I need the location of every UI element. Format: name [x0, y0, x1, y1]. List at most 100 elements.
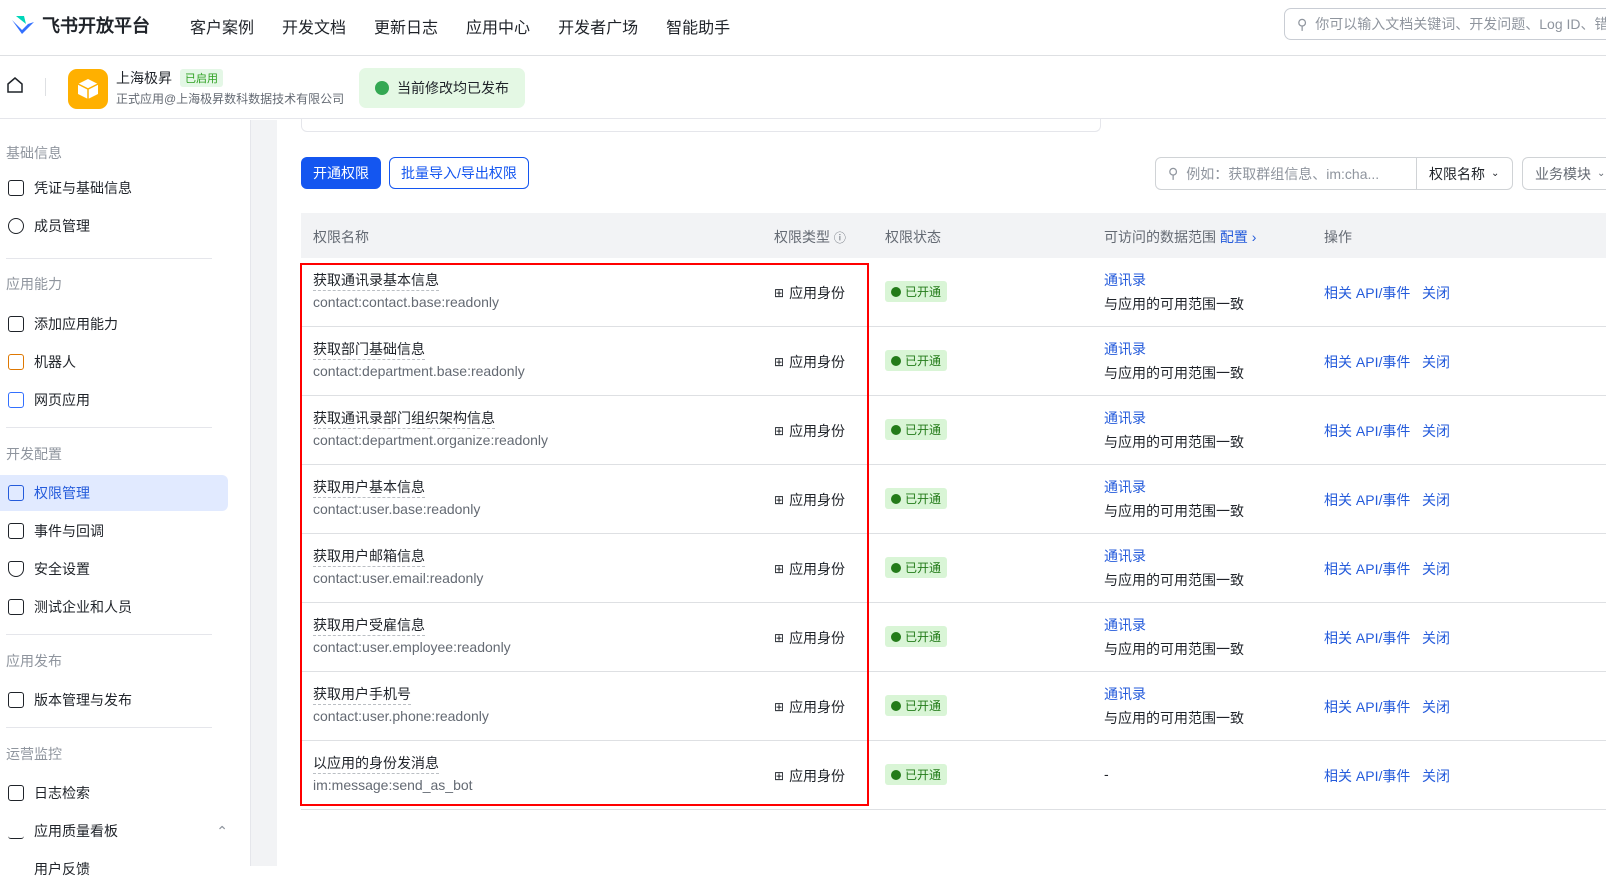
close-permission-link[interactable]: 关闭 [1422, 352, 1450, 372]
global-search-input[interactable]: ⚲ 你可以输入文档关键词、开发问题、Log ID、错 [1284, 8, 1606, 40]
check-circle-icon [891, 493, 901, 504]
sidebar-item-webapp[interactable]: 网页应用 [0, 382, 228, 418]
status-badge: 已开通 [885, 281, 948, 302]
scope-description: 与应用的可用范围一致 [1104, 572, 1244, 588]
status-text: 已开通 [905, 630, 942, 644]
chevron-down-icon: ⌄ [1491, 168, 1500, 179]
sidebar-item-versions[interactable]: 版本管理与发布 [0, 682, 228, 718]
app-status-badge: 已启用 [180, 69, 223, 87]
sidebar-item-security[interactable]: 安全设置 [0, 551, 228, 587]
bulk-import-export-button[interactable]: 批量导入/导出权限 [389, 157, 529, 189]
close-permission-link[interactable]: 关闭 [1422, 697, 1450, 717]
chevron-up-icon[interactable]: ⌃ [216, 823, 228, 840]
shield-icon [8, 561, 24, 577]
log-search-icon [8, 785, 24, 801]
highlight-box [300, 263, 869, 806]
sidebar-item-quality[interactable]: 应用质量看板 ⌃ [0, 813, 228, 849]
sidebar-item-feedback[interactable]: 用户反馈 [0, 851, 228, 887]
scope-link[interactable]: 通讯录 [1104, 684, 1146, 704]
status-badge: 已开通 [885, 626, 948, 647]
nav-item[interactable]: 应用中心 [466, 14, 530, 38]
nav-item[interactable]: 开发文档 [282, 14, 346, 38]
permission-search-input[interactable]: ⚲ 例如：获取群组信息、im:cha... [1155, 157, 1417, 190]
close-permission-link[interactable]: 关闭 [1422, 490, 1450, 510]
enable-permission-button[interactable]: 开通权限 [301, 157, 381, 189]
sidebar-section-title: 开发配置 [6, 446, 62, 462]
close-permission-link[interactable]: 关闭 [1422, 559, 1450, 579]
sidebar-section-title: 运营监控 [6, 746, 62, 762]
status-text: 已开通 [905, 423, 942, 437]
related-api-link[interactable]: 相关 API/事件 [1324, 628, 1410, 648]
search-placeholder: 例如：获取群组信息、im:cha... [1186, 165, 1380, 182]
top-navbar: 飞书开放平台 客户案例 开发文档 更新日志 应用中心 开发者广场 智能助手 ⚲ … [0, 0, 1606, 56]
scope-description: 与应用的可用范围一致 [1104, 503, 1244, 519]
nav-item[interactable]: 智能助手 [666, 14, 730, 38]
upload-icon [8, 692, 24, 708]
column-header: 可访问的数据范围 配置 › [1104, 227, 1256, 247]
related-api-link[interactable]: 相关 API/事件 [1324, 766, 1410, 786]
module-select[interactable]: 业务模块 ⌄ [1522, 157, 1606, 190]
divider [45, 78, 46, 96]
related-api-link[interactable]: 相关 API/事件 [1324, 559, 1410, 579]
sidebar-item-events[interactable]: 事件与回调 [0, 513, 228, 549]
scope-link[interactable]: 通讯录 [1104, 615, 1146, 635]
select-value: 权限名称 [1429, 165, 1485, 182]
sidebar-item-test-tenant[interactable]: 测试企业和人员 [0, 589, 228, 625]
related-api-link[interactable]: 相关 API/事件 [1324, 697, 1410, 717]
sidebar: 基础信息 凭证与基础信息 成员管理 应用能力 添加应用能力 机器人 网页应用 开… [0, 120, 251, 877]
sidebar-item-label: 用户反馈 [34, 861, 90, 877]
sidebar-item-label: 测试企业和人员 [34, 599, 132, 615]
grid-plus-icon [8, 316, 24, 332]
publish-status-banner: 当前修改均已发布 [359, 68, 525, 108]
credentials-icon [8, 180, 24, 196]
scope-link[interactable]: 通讯录 [1104, 270, 1146, 290]
status-text: 已开通 [905, 354, 942, 368]
related-api-link[interactable]: 相关 API/事件 [1324, 490, 1410, 510]
search-icon: ⚲ [1297, 15, 1308, 32]
sidebar-item-label: 事件与回调 [34, 523, 104, 539]
bar-chart-icon [8, 823, 24, 839]
nav-item[interactable]: 更新日志 [374, 14, 438, 38]
sidebar-item-bot[interactable]: 机器人 [0, 344, 228, 380]
related-api-link[interactable]: 相关 API/事件 [1324, 352, 1410, 372]
check-circle-icon [891, 424, 901, 435]
sidebar-item-label: 日志检索 [34, 785, 90, 801]
app-subtitle: 正式应用@上海极昇数科数据技术有限公司 [116, 92, 345, 106]
divider [6, 727, 212, 728]
close-permission-link[interactable]: 关闭 [1422, 766, 1450, 786]
logo[interactable]: 飞书开放平台 [10, 12, 150, 38]
scope-link[interactable]: 通讯录 [1104, 477, 1146, 497]
related-api-link[interactable]: 相关 API/事件 [1324, 421, 1410, 441]
sidebar-item-permissions[interactable]: 权限管理 [0, 475, 228, 511]
sidebar-item-label: 版本管理与发布 [34, 692, 132, 708]
filter-field-select[interactable]: 权限名称 ⌄ [1416, 157, 1513, 190]
sidebar-item-credentials[interactable]: 凭证与基础信息 [0, 170, 228, 206]
related-api-link[interactable]: 相关 API/事件 [1324, 283, 1410, 303]
nav-item[interactable]: 客户案例 [190, 14, 254, 38]
close-permission-link[interactable]: 关闭 [1422, 283, 1450, 303]
scroll-gutter [251, 120, 277, 866]
sidebar-item-label: 成员管理 [34, 218, 90, 234]
sidebar-item-add-capability[interactable]: 添加应用能力 [0, 306, 228, 342]
scope-link[interactable]: 通讯录 [1104, 408, 1146, 428]
check-circle-icon [891, 286, 901, 297]
check-circle-icon [891, 700, 901, 711]
scope-link[interactable]: 通讯录 [1104, 546, 1146, 566]
close-permission-link[interactable]: 关闭 [1422, 421, 1450, 441]
select-value: 业务模块 [1535, 165, 1591, 182]
close-permission-link[interactable]: 关闭 [1422, 628, 1450, 648]
column-header: 操作 [1324, 229, 1352, 245]
help-icon[interactable]: ⓘ [834, 231, 846, 245]
sidebar-item-members[interactable]: 成员管理 [0, 208, 228, 244]
info-card-bottom [301, 118, 1101, 132]
check-circle-icon [891, 631, 901, 642]
column-header: 权限名称 [313, 229, 369, 245]
home-icon[interactable] [6, 76, 24, 94]
sidebar-item-logs[interactable]: 日志检索 [0, 775, 228, 811]
sidebar-item-label: 安全设置 [34, 561, 90, 577]
scope-link[interactable]: 通讯录 [1104, 339, 1146, 359]
check-circle-icon [891, 355, 901, 366]
config-link[interactable]: 配置 [1220, 229, 1248, 245]
nav-item[interactable]: 开发者广场 [558, 14, 638, 38]
code-icon [8, 599, 24, 615]
